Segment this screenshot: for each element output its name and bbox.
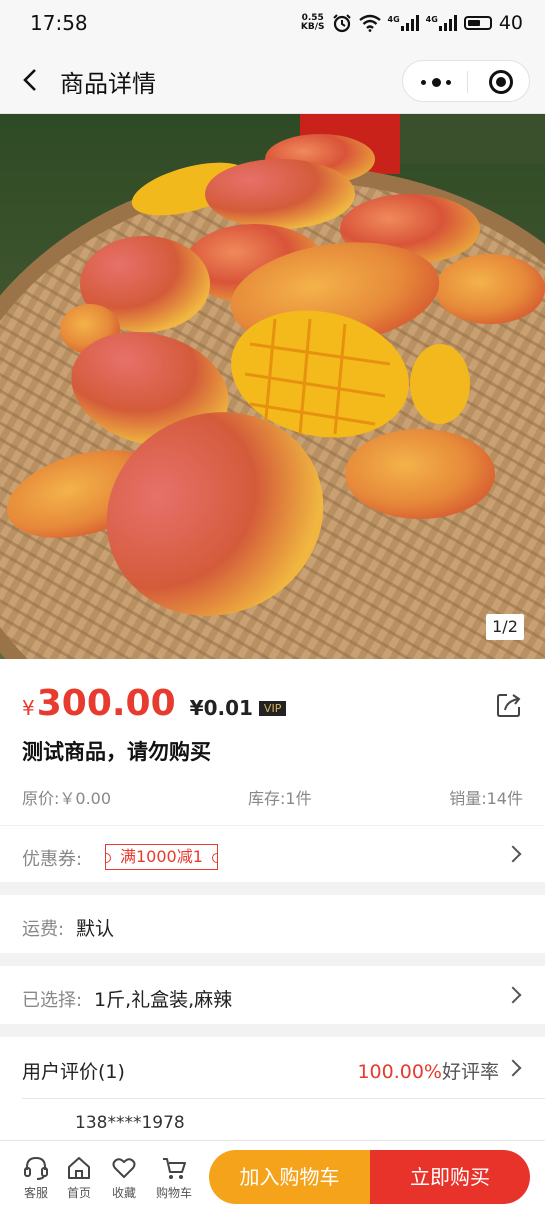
selection-value: 1斤,礼盒装,麻辣 (94, 989, 233, 1011)
product-price: 300.00 (36, 683, 176, 724)
reviews-section: 用户评价(1) 100.00%好评率 138****1978 (0, 1037, 545, 1140)
customer-service-button[interactable]: 客服 (14, 1155, 58, 1201)
divider (22, 1098, 545, 1099)
close-miniprogram-icon[interactable] (489, 70, 513, 94)
coupon-tag[interactable]: 满1000减1 (105, 844, 218, 870)
page-title: 商品详情 (60, 70, 156, 98)
alarm-icon (332, 14, 351, 33)
review-rate-value: 100.00% (357, 1061, 442, 1083)
review-rate-label: 好评率 (441, 1061, 499, 1083)
miniprogram-capsule (402, 60, 530, 102)
status-time: 17:58 (30, 11, 88, 35)
status-bar: 17:58 0.55 KB/S 4G 4G 40 (0, 0, 545, 46)
reviews-title[interactable]: 用户评价(1) (22, 1057, 125, 1084)
product-name: 测试商品，请勿购买 (22, 740, 211, 764)
battery-level: 40 (498, 12, 523, 34)
signal-icon: 4G (388, 15, 419, 31)
stock: 库存:1件 (248, 789, 312, 808)
back-icon[interactable] (18, 66, 46, 94)
home-icon (68, 1157, 90, 1179)
original-price: 原价:￥0.00 (22, 789, 112, 808)
battery-icon (463, 16, 492, 30)
heart-icon (112, 1158, 136, 1178)
status-icons: 0.55 KB/S 4G 4G 40 (301, 12, 523, 34)
bottom-action-bar: 客服 首页 收藏 购物车 加入购物车 立即购买 (0, 1140, 545, 1212)
cart-button[interactable]: 购物车 (152, 1155, 196, 1201)
add-to-cart-button[interactable]: 加入购物车 (209, 1150, 370, 1204)
shipping-row: 运费: 默认 (0, 895, 545, 953)
favorite-button[interactable]: 收藏 (102, 1155, 146, 1201)
headset-icon (24, 1156, 48, 1180)
chevron-right-icon (504, 1059, 522, 1077)
nav-bar: 商品详情 (0, 46, 545, 114)
vip-price: ¥0.01 (189, 696, 253, 720)
shipping-value: 默认 (76, 918, 115, 940)
vip-badge: VIP (258, 701, 287, 716)
product-image-carousel[interactable]: 1/2 (0, 114, 545, 659)
review-rate[interactable]: 100.00%好评率 (357, 1057, 499, 1084)
product-photo (0, 114, 545, 659)
price-currency: ¥ (22, 696, 35, 720)
coupon-label: 优惠券: (22, 849, 83, 870)
selection-label: 已选择: (22, 990, 83, 1011)
price-row: ¥ 300.00 ¥0.01 VIP (22, 683, 287, 724)
capsule-divider (467, 71, 468, 93)
chevron-right-icon (504, 986, 522, 1004)
selection-row[interactable]: 已选择: 1斤,礼盒装,麻辣 (0, 966, 545, 1024)
reviewer-name: 138****1978 (75, 1113, 185, 1133)
buy-now-button[interactable]: 立即购买 (370, 1150, 530, 1204)
sales: 销量:14件 (449, 789, 523, 808)
share-icon[interactable] (495, 691, 523, 719)
coupon-row[interactable]: 优惠券: 满1000减1 (0, 826, 545, 882)
shipping-label: 运费: (22, 919, 65, 940)
network-speed: 0.55 KB/S (300, 13, 325, 32)
cart-icon (163, 1158, 186, 1179)
more-icon[interactable] (421, 74, 451, 90)
home-button[interactable]: 首页 (57, 1155, 101, 1201)
signal-icon: 4G (426, 15, 457, 31)
image-counter: 1/2 (486, 614, 524, 640)
product-info: ¥ 300.00 ¥0.01 VIP 测试商品，请勿购买 原价:￥0.00 库存… (0, 659, 545, 825)
wifi-icon (358, 14, 381, 32)
chevron-right-icon (504, 845, 522, 863)
